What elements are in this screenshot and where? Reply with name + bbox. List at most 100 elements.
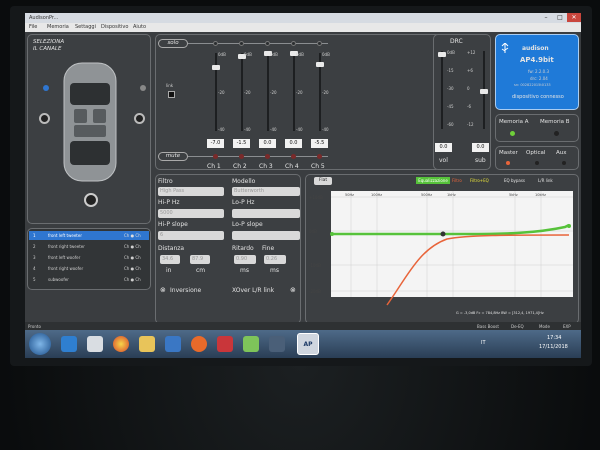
file-explorer-icon[interactable]	[139, 336, 155, 352]
fine-field[interactable]: 0.26	[264, 255, 286, 264]
lr-link-checkbox[interactable]: L/R link	[538, 178, 553, 183]
mixer-panel: solo mute link 0dB -20 -40 -7.0 Ch 1 0dB -20 -4…	[155, 34, 441, 170]
mute-indicator-ch4[interactable]	[291, 154, 296, 159]
xover-link-label[interactable]: XOver L/R link	[232, 287, 274, 294]
solo-indicator-ch3[interactable]	[265, 41, 270, 46]
menu-file[interactable]: File	[29, 24, 37, 30]
channel-row-2-name[interactable]: front right tweeter	[48, 244, 85, 249]
mute-indicator-ch5[interactable]	[317, 154, 322, 159]
clock-time[interactable]: 17:34	[547, 335, 561, 341]
eq-end-marker	[567, 224, 571, 228]
distanza-cm-field[interactable]: 87.9	[190, 255, 210, 264]
speaker-front-right-tweeter[interactable]	[140, 85, 146, 91]
minimize-button[interactable]: –	[539, 13, 553, 22]
channel-row-4-name[interactable]: front right woofer	[48, 266, 83, 271]
mute-indicator-ch3[interactable]	[265, 154, 270, 159]
channel-row-1-name[interactable]: front left tweeter	[48, 233, 82, 238]
app-green-icon[interactable]	[243, 336, 259, 352]
equalizzazione-tab[interactable]: Equalizzazione	[416, 177, 450, 184]
fader-track-ch4	[293, 53, 295, 131]
speaker-subwoofer[interactable]	[84, 193, 98, 207]
vol-value[interactable]: 0.0	[435, 143, 452, 152]
menu-settaggi[interactable]: Settaggi	[75, 24, 96, 30]
input-master[interactable]: Master	[499, 150, 518, 156]
vol-slider-knob[interactable]	[438, 52, 446, 57]
distanza-in-field[interactable]: 34.6	[160, 255, 180, 264]
filtro-select[interactable]: High Pass	[158, 187, 224, 196]
hip-hz-select[interactable]: 5000	[158, 209, 224, 218]
inversione-icon[interactable]: ⊗	[160, 286, 166, 294]
drc-title: DRC	[450, 38, 463, 45]
eq-bypass-checkbox[interactable]: EQ bypass	[504, 178, 525, 183]
solo-button[interactable]: solo	[158, 39, 188, 48]
fader-value-ch4[interactable]: 0.0	[285, 139, 302, 148]
fader-knob-ch1[interactable]	[212, 64, 220, 70]
lop-slope-select[interactable]	[232, 231, 300, 240]
channel-select-title: SELEZIONA	[33, 39, 65, 45]
mute-indicator-ch2[interactable]	[239, 154, 244, 159]
link-checkbox[interactable]	[168, 91, 175, 98]
solo-indicator-ch4[interactable]	[291, 41, 296, 46]
fader-value-ch3[interactable]: 0.0	[259, 139, 276, 148]
app-gray-icon[interactable]	[269, 336, 285, 352]
solo-indicator-ch2[interactable]	[239, 41, 244, 46]
speaker-front-left-tweeter[interactable]	[43, 85, 49, 91]
speaker-front-left-woofer[interactable]	[39, 113, 50, 124]
start-orb-icon[interactable]	[29, 333, 51, 355]
app-red-icon[interactable]	[217, 336, 233, 352]
internet-explorer-icon[interactable]	[61, 336, 77, 352]
fine-unit: ms	[270, 267, 279, 274]
close-button[interactable]: ✕	[567, 13, 581, 22]
eq-x-tick-1: 100Hz	[371, 193, 382, 197]
memoria-a-button[interactable]: Memoria A	[499, 119, 529, 125]
app-area: SELEZIONA IL CANALE 1 front left tweeter…	[25, 32, 581, 330]
filtro-tab[interactable]: Filtro	[452, 178, 462, 183]
clock-date[interactable]: 17/11/2018	[539, 344, 568, 350]
filtro-eq-tab[interactable]: Filtro+EQ	[470, 178, 489, 183]
media-player-icon[interactable]	[165, 336, 181, 352]
speaker-front-right-woofer[interactable]	[134, 113, 145, 124]
fader-value-ch5[interactable]: -5.5	[311, 139, 328, 148]
inversione-label[interactable]: Inversione	[170, 287, 201, 294]
input-aux[interactable]: Aux	[556, 150, 567, 156]
language-indicator[interactable]: IT	[481, 340, 486, 346]
sub-value[interactable]: 0.0	[472, 143, 489, 152]
flat-button[interactable]: Flat	[314, 177, 332, 185]
exp-label[interactable]: EXP	[563, 324, 571, 329]
hip-hz-label: Hi-P Hz	[158, 199, 180, 206]
modello-label: Modello	[232, 178, 256, 185]
menu-aiuto[interactable]: Aiuto	[133, 24, 146, 30]
de-eq-label[interactable]: De-EQ	[511, 324, 524, 329]
channel-row-5-name[interactable]: subwoofer	[48, 277, 69, 282]
input-optical[interactable]: Optical	[526, 150, 545, 156]
modello-select[interactable]: Butterworth	[232, 187, 300, 196]
solo-indicator-ch1[interactable]	[213, 41, 218, 46]
fader-knob-ch5[interactable]	[316, 61, 324, 67]
notepad-icon[interactable]	[87, 336, 103, 352]
menu-dispositivo[interactable]: Dispositivo	[101, 24, 128, 30]
memoria-b-button[interactable]: Memoria B	[540, 119, 570, 125]
aux-indicator	[562, 161, 566, 165]
ritardo-field[interactable]: 0.90	[234, 255, 256, 264]
mute-button[interactable]: mute	[158, 152, 188, 161]
channel-label-ch5: Ch 5	[311, 163, 325, 170]
bass-boost-label[interactable]: Bass Boost	[477, 324, 499, 329]
fader-tick-40-ch3: -40	[270, 127, 277, 132]
menu-memoria[interactable]: Memoria	[47, 24, 69, 30]
chrome-icon[interactable]	[113, 336, 129, 352]
sub-slider-knob[interactable]	[480, 89, 488, 94]
fader-value-ch2[interactable]: -1.5	[233, 139, 250, 148]
mute-indicator-ch1[interactable]	[213, 154, 218, 159]
audison-app-icon[interactable]: AP	[297, 333, 319, 355]
channel-row-3-name[interactable]: front left woofer	[48, 255, 80, 260]
lop-hz-select[interactable]	[232, 209, 300, 218]
mode-label[interactable]: Mode	[539, 324, 550, 329]
solo-indicator-ch5[interactable]	[317, 41, 322, 46]
firefox-icon[interactable]	[191, 336, 207, 352]
hip-slope-select[interactable]: 6	[158, 231, 224, 240]
eq-graph[interactable]: +10dB 0dB -10dB -20dB 50Hz 100Hz 500Hz 1kHz 5kHz…	[307, 187, 577, 312]
maximize-button[interactable]: □	[553, 13, 567, 22]
master-indicator	[506, 161, 510, 165]
xover-link-icon[interactable]: ⊗	[290, 286, 296, 294]
fader-value-ch1[interactable]: -7.0	[207, 139, 224, 148]
